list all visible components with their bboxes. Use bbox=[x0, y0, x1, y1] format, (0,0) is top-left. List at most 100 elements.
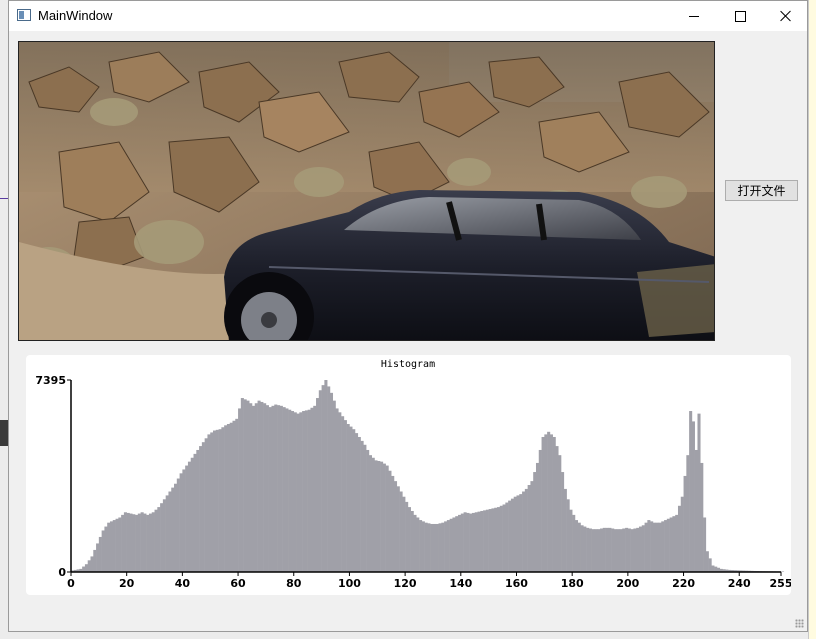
histogram-bar bbox=[430, 523, 434, 572]
histogram-bar bbox=[636, 527, 640, 572]
maximize-button[interactable] bbox=[717, 1, 763, 31]
histogram-bar bbox=[366, 449, 370, 572]
x-tick-label: 40 bbox=[175, 577, 191, 590]
histogram-bar bbox=[541, 436, 545, 572]
histogram-bar bbox=[168, 491, 172, 572]
histogram-bar bbox=[519, 494, 523, 572]
histogram-bar bbox=[165, 495, 169, 572]
histogram-bar bbox=[332, 400, 336, 572]
histogram-bar bbox=[697, 413, 701, 572]
x-tick-label: 140 bbox=[449, 577, 472, 590]
histogram-bar bbox=[107, 522, 111, 572]
histogram-bar bbox=[583, 526, 587, 572]
histogram-bar bbox=[232, 420, 236, 572]
histogram-bar bbox=[238, 408, 242, 572]
histogram-bar bbox=[213, 430, 217, 572]
histogram-bar bbox=[416, 517, 420, 572]
histogram-bar bbox=[84, 564, 88, 572]
histogram-bar bbox=[641, 525, 645, 572]
histogram-bar bbox=[279, 405, 283, 572]
histogram-bar bbox=[703, 517, 707, 572]
histogram-bar bbox=[199, 446, 203, 572]
histogram-bar bbox=[249, 403, 253, 572]
histogram-bar bbox=[210, 432, 214, 572]
x-tick-label: 100 bbox=[338, 577, 361, 590]
histogram-bar bbox=[700, 462, 704, 572]
histogram-bar bbox=[419, 520, 423, 572]
histogram-bar bbox=[705, 551, 709, 572]
histogram-bar bbox=[346, 424, 350, 572]
histogram-bar bbox=[380, 461, 384, 572]
minimize-icon bbox=[689, 15, 699, 17]
histogram-bar bbox=[675, 514, 679, 572]
histogram-bar bbox=[655, 522, 659, 572]
histogram-bar bbox=[527, 485, 531, 572]
histogram-bar bbox=[516, 495, 520, 572]
histogram-bar bbox=[622, 528, 626, 572]
histogram-bar bbox=[446, 520, 450, 572]
histogram-bar bbox=[494, 507, 498, 572]
histogram-bar bbox=[613, 529, 618, 572]
histogram-bar bbox=[260, 401, 264, 572]
histogram-bar bbox=[597, 529, 601, 572]
histogram-bar bbox=[246, 400, 250, 572]
histogram-panel: Histogram 0 20 40 60 80 100 120 140 160 180 200 220… bbox=[26, 355, 791, 595]
histogram-bar bbox=[329, 392, 334, 572]
histogram-bar bbox=[146, 514, 150, 572]
y-tick-label: 0 bbox=[58, 566, 66, 579]
histogram-bar bbox=[661, 521, 665, 572]
histogram-bar bbox=[533, 472, 537, 572]
histogram-bar bbox=[561, 472, 565, 572]
histogram-bar bbox=[96, 543, 100, 572]
histogram-bar bbox=[176, 478, 180, 572]
histogram-bar bbox=[711, 565, 715, 572]
window-title: MainWindow bbox=[38, 8, 113, 23]
histogram-bar bbox=[580, 525, 584, 572]
x-tick-label: 20 bbox=[119, 577, 135, 590]
image-display bbox=[18, 41, 715, 341]
histogram-bar bbox=[566, 499, 570, 572]
x-tick-label: 60 bbox=[230, 577, 246, 590]
histogram-bar bbox=[499, 505, 503, 572]
histogram-bar bbox=[157, 507, 161, 572]
histogram-bar bbox=[644, 522, 648, 572]
histogram-bar bbox=[552, 436, 556, 572]
open-file-button[interactable]: 打开文件 bbox=[725, 180, 798, 201]
histogram-bar bbox=[402, 496, 406, 572]
histogram-bar bbox=[179, 473, 183, 572]
histogram-bar bbox=[424, 522, 428, 572]
main-window: MainWindow 打开文件 Histogram 0 20 40 60 80 … bbox=[8, 0, 808, 632]
histogram-bar bbox=[324, 380, 328, 572]
histogram-bar bbox=[338, 412, 342, 572]
histogram-bar bbox=[680, 496, 684, 572]
histogram-bar bbox=[374, 460, 378, 572]
resize-grip[interactable] bbox=[795, 619, 804, 628]
histogram-bar bbox=[483, 510, 487, 572]
histogram-bar bbox=[588, 528, 592, 572]
histogram-bar bbox=[174, 483, 178, 572]
histogram-bar bbox=[215, 429, 219, 572]
histogram-bar bbox=[630, 529, 634, 572]
histogram-bar bbox=[569, 509, 573, 572]
title-bar[interactable]: MainWindow bbox=[9, 1, 807, 31]
histogram-bar bbox=[672, 516, 676, 572]
histogram-bar bbox=[471, 512, 476, 572]
histogram-bar bbox=[549, 434, 553, 572]
histogram-bar bbox=[625, 527, 629, 572]
histogram-bar bbox=[321, 385, 325, 572]
histogram-bar bbox=[271, 405, 275, 572]
x-tick-label: 160 bbox=[505, 577, 528, 590]
histogram-bar bbox=[691, 421, 695, 572]
histogram-bar bbox=[385, 465, 389, 572]
y-tick-label: 7395 bbox=[35, 374, 66, 387]
histogram-bar bbox=[666, 518, 670, 572]
histogram-bar bbox=[196, 449, 200, 572]
close-button[interactable] bbox=[763, 1, 809, 31]
histogram-bar bbox=[288, 409, 292, 572]
histogram-bar bbox=[229, 422, 233, 572]
minimize-button[interactable] bbox=[671, 1, 717, 31]
histogram-bar bbox=[207, 434, 211, 572]
histogram-bar bbox=[452, 517, 456, 572]
histogram-bar bbox=[118, 517, 122, 572]
histogram-bar bbox=[460, 513, 464, 572]
